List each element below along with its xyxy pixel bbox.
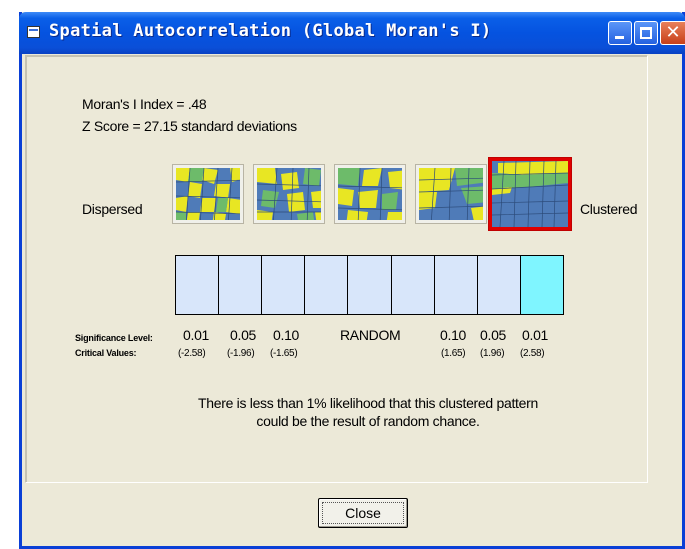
sig-level-pos-001: 0.01 — [522, 327, 549, 343]
significance-cell — [219, 256, 263, 314]
close-icon: ✕ — [665, 22, 681, 43]
significance-level-label: Significance Level: — [75, 333, 153, 343]
significance-cell — [348, 256, 392, 314]
critical-value-pos-165: (1.65) — [441, 348, 466, 359]
significance-cell — [434, 256, 478, 314]
app-icon — [27, 26, 40, 38]
critical-value-neg-165: (-1.65) — [270, 348, 298, 359]
critical-values-label: Critical Values: — [75, 348, 137, 358]
somewhat-clustered-map-thumbnail — [415, 164, 487, 224]
dispersed-label: Dispersed — [82, 201, 143, 217]
critical-value-neg-196: (-1.96) — [227, 348, 255, 359]
significance-cell — [391, 256, 435, 314]
sig-level-random: RANDOM — [340, 327, 401, 343]
conclusion-line-1: There is less than 1% likelihood that th… — [198, 395, 538, 411]
somewhat-dispersed-map-thumbnail — [253, 164, 325, 224]
minimize-icon — [615, 36, 624, 39]
significance-cell — [305, 256, 349, 314]
significance-cell — [477, 256, 521, 314]
minimize-button[interactable] — [608, 21, 632, 45]
critical-value-pos-196: (1.96) — [480, 348, 505, 359]
maximize-icon — [640, 27, 652, 39]
significance-scale — [175, 255, 564, 315]
significance-cell — [176, 256, 220, 314]
window-title: Spatial Autocorrelation (Global Moran's … — [49, 21, 492, 41]
sig-level-pos-005: 0.05 — [480, 327, 507, 343]
close-button[interactable]: Close — [318, 498, 408, 528]
significance-cell-active — [520, 256, 563, 314]
random-map-thumbnail — [334, 164, 406, 224]
close-window-button[interactable]: ✕ — [660, 21, 685, 45]
critical-value-neg-258: (-2.58) — [178, 348, 206, 359]
morans-index-text: Moran's I Index = .48 — [82, 96, 207, 112]
conclusion-line-2: could be the result of random chance. — [256, 413, 480, 429]
dispersed-map-thumbnail — [172, 164, 244, 224]
sig-level-neg-001: 0.01 — [183, 327, 210, 343]
clustered-label: Clustered — [580, 201, 638, 217]
sig-level-pos-010: 0.10 — [440, 327, 467, 343]
maximize-button[interactable] — [634, 21, 658, 45]
critical-value-pos-258: (2.58) — [520, 348, 545, 359]
significance-cell — [262, 256, 306, 314]
sig-level-neg-005: 0.05 — [230, 327, 257, 343]
z-score-text: Z Score = 27.15 standard deviations — [82, 118, 297, 134]
title-bar[interactable]: Spatial Autocorrelation (Global Moran's … — [19, 12, 685, 54]
sig-level-neg-010: 0.10 — [273, 327, 300, 343]
clustered-map-thumbnail — [489, 158, 571, 230]
